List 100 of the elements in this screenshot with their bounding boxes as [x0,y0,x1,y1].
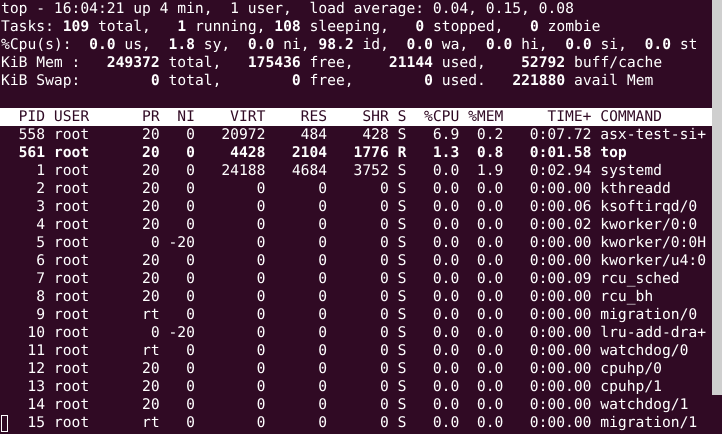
table-cell: 0.0 [476,396,504,414]
table-cell: 9 [36,306,46,324]
table-cell: root [54,342,90,360]
table-cell: 1 [36,162,46,180]
table-cell: 20 [142,396,160,414]
table-cell: 0.0 [432,342,460,360]
table-cell: 0 [380,306,389,324]
table-cell: root [54,396,90,414]
table-cell: S [398,360,406,378]
table-cell: migration/1 [600,414,698,432]
table-cell: 3 [36,198,46,216]
table-cell: 0.0 [476,180,504,198]
table-cell: 0.0 [432,162,460,180]
column-header: COMMAND [600,108,662,126]
text-cursor [1,415,8,432]
table-cell: 0:00.00 [530,360,592,378]
table-cell: 0 [318,270,328,288]
table-cell: 0 [256,414,266,432]
table-cell: 0.0 [476,288,504,306]
table-cell: 20 [142,378,160,396]
table-cell: 2 [36,180,46,198]
table-cell: 0.0 [476,234,504,252]
table-cell: 0 [318,414,328,432]
table-cell: 0.0 [476,270,504,288]
table-cell: 428 [362,126,389,144]
table-cell: root [54,162,90,180]
table-cell: 0.0 [476,252,504,270]
table-cell: root [54,198,90,216]
table-cell: 0.0 [476,198,504,216]
table-cell: 0:00.00 [530,324,592,342]
table-cell: 0 [186,306,195,324]
table-cell: lru-add-dra+ [600,324,706,342]
table-cell: 0 [186,378,195,396]
table-cell: 0 [256,324,266,342]
table-cell: 20 [142,216,160,234]
table-cell: 0 [256,306,266,324]
table-cell: rt [142,342,160,360]
table-cell: 0 [318,360,328,378]
table-cell: root [54,360,90,378]
table-cell: 20 [142,126,160,144]
table-cell: S [398,396,406,414]
table-cell: 10 [27,324,46,342]
table-cell: root [54,234,90,252]
table-cell: 561 [18,144,46,162]
table-cell: 0.0 [432,216,460,234]
table-cell: rt [142,306,160,324]
table-cell: 20 [142,252,160,270]
table-cell: 0 [150,324,160,342]
table-cell: 0 [318,396,328,414]
table-cell: 0.0 [432,198,460,216]
table-cell: 0 [380,378,389,396]
table-cell: 558 [18,126,46,144]
table-cell: 24188 [221,162,266,180]
table-cell: S [398,270,406,288]
table-cell: 0 [380,414,389,432]
table-cell: S [398,126,406,144]
table-cell: 0.0 [432,234,460,252]
column-header: TIME+ [547,108,592,126]
table-cell: 0.0 [432,396,460,414]
table-cell: systemd [600,162,662,180]
table-cell: 4 [36,216,46,234]
table-cell: 0 [186,414,195,432]
table-cell: 0.0 [476,306,504,324]
table-cell: 1.3 [432,144,460,162]
table-cell: root [54,324,90,342]
table-cell: 0 [318,306,328,324]
table-cell: -20 [168,234,195,252]
table-cell: 11 [27,342,46,360]
table-cell: root [54,144,90,162]
table-cell: 0 [380,252,389,270]
table-cell: 0:00.00 [530,180,592,198]
table-cell: 0 [186,270,195,288]
table-cell: 0 [256,288,266,306]
table-cell: S [398,378,406,396]
scrollbar-thumb[interactable] [712,0,722,395]
table-cell: 0.0 [432,288,460,306]
table-cell: root [54,270,90,288]
table-cell: rt [142,414,160,432]
table-cell: 0.0 [432,324,460,342]
table-cell: 0 [150,234,160,252]
table-cell: 20 [142,270,160,288]
table-cell: 0 [186,198,195,216]
table-cell: S [398,234,406,252]
summary-line: %Cpu(s): 0.0 us, 1.8 sy, 0.0 ni, 98.2 id, 0.0 wa, 0.0 hi, 0.0 si, 0.0 st [1,36,698,54]
table-cell: 0:00.02 [530,216,592,234]
table-cell: 0.8 [476,144,504,162]
table-cell: 0 [318,288,328,306]
table-cell: 0.0 [476,324,504,342]
table-cell: 20 [142,180,160,198]
table-cell: 0.0 [476,216,504,234]
table-cell: 0 [318,342,328,360]
table-cell: S [398,288,406,306]
table-cell: 0 [256,234,266,252]
table-cell: asx-test-si+ [600,126,706,144]
table-cell: 0:00.06 [530,198,592,216]
column-header: RES [300,108,328,126]
table-cell: rcu_sched [600,270,680,288]
table-cell: root [54,414,90,432]
table-cell: root [54,252,90,270]
table-cell: 0:02.94 [530,162,592,180]
